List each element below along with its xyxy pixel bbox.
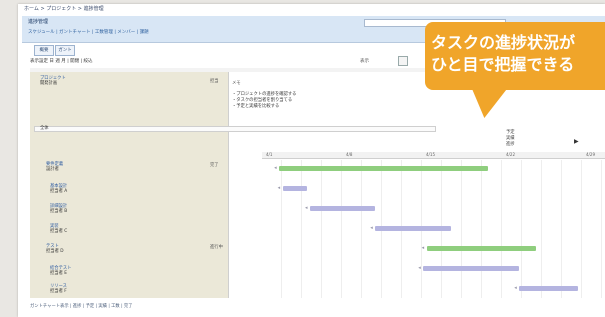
zoom-label: 表示 [360, 59, 369, 64]
gantt-bar[interactable] [514, 285, 578, 291]
scale-label: 4/22 [506, 152, 515, 157]
gantt-bar[interactable] [370, 225, 451, 231]
arrow-icon[interactable]: ▶ [574, 138, 579, 145]
task-row[interactable]: テスト 担当者 D [46, 244, 64, 254]
breadcrumb[interactable]: ホーム > プロジェクト > 進捗管理 [24, 5, 104, 12]
callout-bubble: タスクの進捗状況が ひと目で把握できる [425, 22, 605, 118]
gantt-bar[interactable] [278, 185, 307, 191]
task-tag: 担当 [210, 79, 219, 84]
zoom-button[interactable] [398, 56, 408, 66]
callout-text: タスクの進捗状況が ひと目で把握できる [431, 32, 575, 76]
tab-overview[interactable]: 概要 [34, 45, 54, 56]
view-toolbar[interactable]: 表示設定 日 週 月 | 開閉 | 絞込 [30, 58, 93, 64]
legend: 予定 実績 進捗 [506, 130, 515, 148]
tab-gantt[interactable]: ガント [55, 45, 75, 56]
task-row[interactable]: 詳細設計 担当者 B [50, 204, 67, 214]
task-row[interactable]: 実装 担当者 C [50, 224, 67, 234]
task-node[interactable]: プロジェクト 開発計画 [40, 76, 66, 86]
callout-line-2: ひと目で把握できる [431, 55, 575, 74]
task-tag: 完了 [210, 163, 219, 168]
scale-label: 4/29 [586, 152, 595, 157]
gantt-track [262, 160, 605, 298]
overview-label: 全体 [40, 126, 49, 131]
scale-label: 4/8 [346, 152, 353, 157]
memo-label: メモ [232, 81, 241, 86]
task-row[interactable]: 基本設計 担当者 A [50, 184, 67, 194]
scale-label: 4/15 [426, 152, 435, 157]
scale-label: 4/1 [266, 152, 273, 157]
task-row[interactable]: 結合テスト 担当者 E [50, 266, 71, 276]
footer-links[interactable]: ガントチャート表示 | 進捗 | 予定 | 実績 | 工数 | 完了 [30, 303, 133, 309]
column-divider [228, 72, 229, 298]
task-row[interactable]: リリース 担当者 F [50, 284, 67, 294]
nav-links[interactable]: スケジュール | ガントチャート | 工数管理 | メンバー | 課題 [28, 29, 149, 35]
gantt-bar[interactable] [274, 165, 489, 171]
callout-line-1: タスクの進捗状況が [431, 33, 576, 52]
notes-text: ・プロジェクトの進捗を確認する ・タスクの担当者を割り当てる ・予定と実績を比較… [232, 92, 297, 109]
app-screen: ホーム > プロジェクト > 進捗管理 進捗管理 スケジュール | ガントチャー… [0, 0, 605, 317]
gantt-bar[interactable] [305, 205, 376, 211]
task-row[interactable]: 要件定義 設計者 [46, 162, 63, 172]
page-title: 進捗管理 [28, 19, 49, 25]
overview-field[interactable] [34, 126, 436, 132]
timeline-scale: 4/1 4/8 4/15 4/22 4/29 [262, 152, 605, 159]
task-tag: 進行中 [210, 245, 223, 250]
legend-progress: 進捗 [506, 142, 515, 147]
gantt-bar[interactable] [422, 245, 537, 251]
gantt-bar[interactable] [418, 265, 520, 271]
